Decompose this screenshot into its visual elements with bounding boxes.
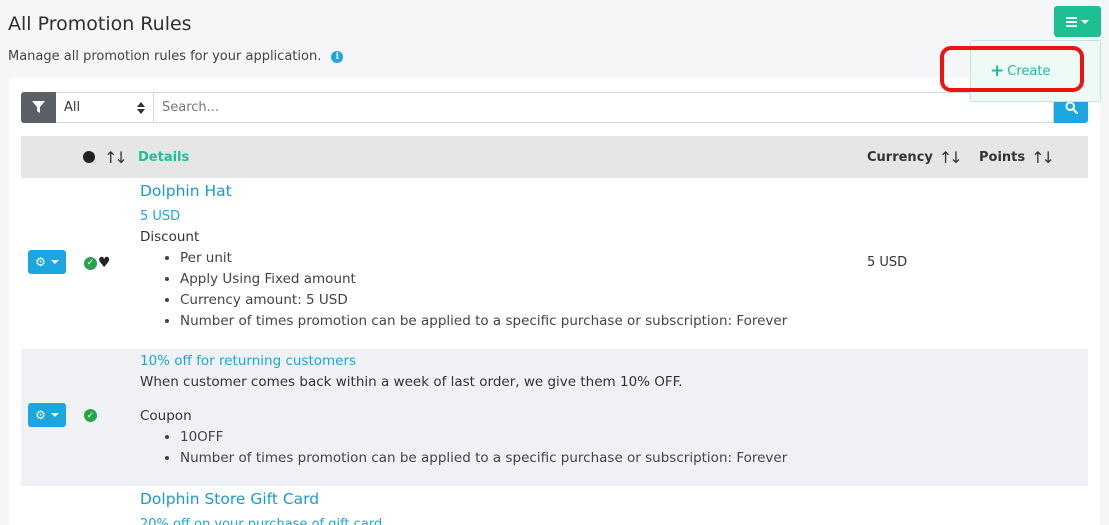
details-column-header[interactable]: Details (138, 136, 189, 178)
check-circle-icon: ✓ (84, 256, 97, 270)
caret-down-icon (50, 260, 59, 264)
caret-down-icon (50, 413, 59, 417)
sort-icon: ↑↓ (1031, 147, 1055, 167)
currency-column-header[interactable]: Currency ↑↓ (867, 136, 963, 178)
details-header-label: Details (138, 149, 190, 165)
rule-type: Coupon (140, 408, 192, 424)
table-row: ⚙ ✓ ♥ Dolphin Hat 5 USD Discount Per uni… (21, 178, 1088, 349)
page-subtitle-text: Manage all promotion rules for your appl… (8, 49, 322, 64)
row-status: ✓ ♥ (84, 256, 111, 270)
filter-icon (32, 101, 45, 113)
page-subtitle: Manage all promotion rules for your appl… (8, 49, 344, 64)
row-details: Dolphin Hat 5 USD Discount Per unit Appl… (140, 180, 787, 332)
heart-icon: ♥ (98, 255, 111, 271)
rule-amount-link[interactable]: 5 USD (140, 206, 787, 227)
table-header: ↑↓ Details Currency ↑↓ Points ↑↓ (21, 136, 1088, 178)
sort-icon: ↑↓ (104, 147, 128, 167)
page-title: All Promotion Rules (8, 13, 192, 35)
points-header-label: Points (979, 149, 1026, 165)
select-arrows-icon (137, 101, 145, 114)
list-item: 10OFF (180, 427, 787, 448)
list-item: Number of times promotion can be applied… (180, 311, 787, 332)
list-item: Apply Using Fixed amount (180, 269, 787, 290)
rule-description: When customer comes back within a week o… (140, 374, 683, 390)
table-row: Dolphin Store Gift Card 20% off on your … (21, 486, 1088, 525)
status-dot-icon (83, 151, 95, 163)
list-item: Number of times promotion can be applied… (180, 448, 787, 469)
filter-select-value: All (64, 100, 81, 115)
currency-header-label: Currency (867, 149, 933, 165)
rule-properties: Per unit Apply Using Fixed amount Curren… (180, 248, 787, 332)
filter-select[interactable]: All (56, 92, 154, 123)
points-column-header[interactable]: Points ↑↓ (979, 136, 1055, 178)
currency-cell: 5 USD (867, 255, 908, 270)
row-actions-button[interactable]: ⚙ (28, 250, 66, 274)
table-row: ⚙ ✓ 10% off for returning customers When… (21, 349, 1088, 486)
rule-subtitle-link[interactable]: 20% off on your purchase of gift card (140, 514, 382, 525)
status-column-header[interactable]: ↑↓ (83, 136, 128, 178)
hamburger-icon (1066, 16, 1077, 27)
sort-icon: ↑↓ (938, 147, 963, 167)
rule-type: Discount (140, 229, 200, 245)
row-details: Dolphin Store Gift Card 20% off on your … (140, 488, 382, 525)
filter-button[interactable] (21, 92, 56, 123)
row-actions-button[interactable]: ⚙ (28, 403, 66, 427)
info-icon[interactable]: i (331, 50, 344, 63)
gear-icon: ⚙ (35, 255, 46, 269)
search-input[interactable] (154, 92, 1054, 123)
list-item: Currency amount: 5 USD (180, 290, 787, 311)
rule-title-link[interactable]: Dolphin Hat (140, 180, 787, 206)
search-icon (1064, 101, 1078, 114)
gear-icon: ⚙ (35, 408, 46, 422)
highlight-annotation (940, 46, 1084, 92)
check-circle-icon: ✓ (84, 409, 97, 422)
rule-title-link[interactable]: Dolphin Store Gift Card (140, 488, 382, 514)
actions-menu-button[interactable] (1054, 6, 1101, 37)
caret-down-icon (1081, 19, 1089, 24)
rule-title-link[interactable]: 10% off for returning customers (140, 351, 787, 372)
filter-bar: All (21, 92, 1088, 123)
row-status: ✓ (84, 409, 97, 422)
rule-properties: 10OFF Number of times promotion can be a… (180, 427, 787, 469)
list-item: Per unit (180, 248, 787, 269)
row-details: 10% off for returning customers When cus… (140, 351, 787, 469)
